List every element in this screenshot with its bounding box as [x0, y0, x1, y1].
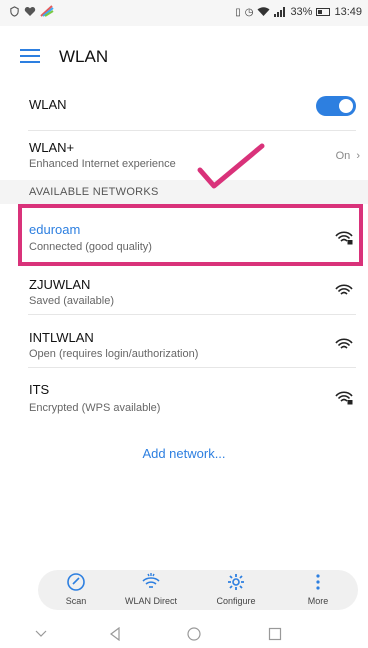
back-icon[interactable] [108, 627, 122, 641]
configure-button[interactable]: Configure [206, 570, 266, 610]
signal-icon [274, 7, 286, 17]
wlan-plus-row[interactable]: WLAN+ Enhanced Internet experience [0, 131, 368, 181]
app-bar: WLAN [0, 26, 368, 86]
wifi-icon [335, 284, 353, 295]
network-status: Encrypted (WPS available) [29, 402, 161, 414]
scan-label: Scan [65, 596, 87, 606]
checkmark-annotation [197, 143, 265, 189]
divider [28, 314, 356, 315]
network-row-intlwlan[interactable]: INTLWLAN Open (requires login/authorizat… [0, 318, 368, 364]
wifi-status-icon [257, 7, 270, 16]
more-label: More [307, 596, 329, 606]
more-button[interactable]: More [288, 570, 348, 610]
wlan-toggle-row[interactable]: WLAN [0, 86, 368, 130]
bottom-action-bar: Scan WLAN Direct Configure More [38, 570, 358, 610]
wlan-plus-value: On › [336, 150, 360, 162]
highlight-box-annotation [18, 204, 363, 266]
shield-icon [10, 5, 19, 17]
divider [28, 367, 356, 368]
network-name: INTLWLAN [29, 330, 94, 345]
battery-icon [316, 8, 331, 16]
chevron-right-icon: › [356, 150, 360, 162]
battery-percent: 33% [290, 6, 313, 18]
vibrate-icon: ▯ [235, 6, 241, 18]
scan-button[interactable]: Scan [46, 570, 106, 610]
status-right-icons: ▯ ◷ 33% 13:49 [235, 6, 362, 18]
status-left-icons [9, 5, 54, 17]
wlan-toggle-switch[interactable] [316, 96, 356, 116]
alarm-icon: ◷ [244, 6, 254, 18]
network-row-zjuwlan[interactable]: ZJUWLAN Saved (available) [0, 265, 368, 311]
gear-icon [228, 574, 244, 590]
add-network-link[interactable]: Add network... [0, 446, 368, 461]
status-bar: ▯ ◷ 33% 13:49 [0, 0, 368, 26]
clock: 13:49 [334, 6, 362, 18]
wlan-direct-button[interactable]: WLAN Direct [121, 570, 181, 610]
wlan-plus-title: WLAN+ [29, 140, 75, 155]
wlan-direct-icon [142, 573, 160, 588]
wlan-direct-label: WLAN Direct [124, 596, 177, 606]
wifi-lock-icon [335, 391, 353, 405]
system-nav-bar [0, 620, 368, 648]
configure-label: Configure [216, 596, 256, 606]
home-icon[interactable] [187, 627, 201, 641]
network-name: ITS [29, 382, 50, 397]
network-status: Open (requires login/authorization) [29, 348, 199, 360]
available-networks-header: AVAILABLE NETWORKS [29, 186, 159, 198]
menu-icon[interactable] [20, 49, 40, 63]
wifi-icon [335, 338, 353, 349]
more-vertical-icon [316, 574, 320, 590]
scan-icon [67, 573, 85, 591]
wlan-plus-subtitle: Enhanced Internet experience [29, 158, 176, 170]
wlan-row-label: WLAN [29, 97, 67, 112]
wlan-plus-value-text: On [335, 150, 351, 162]
network-row-its[interactable]: ITS Encrypted (WPS available) [0, 372, 368, 418]
network-name: ZJUWLAN [29, 277, 91, 292]
network-status: Saved (available) [29, 295, 114, 307]
recents-icon[interactable] [268, 627, 282, 641]
heart-icon [24, 6, 36, 16]
chevron-down-icon[interactable] [34, 627, 48, 641]
page-title: WLAN [59, 47, 109, 66]
feather-icon [40, 5, 54, 17]
